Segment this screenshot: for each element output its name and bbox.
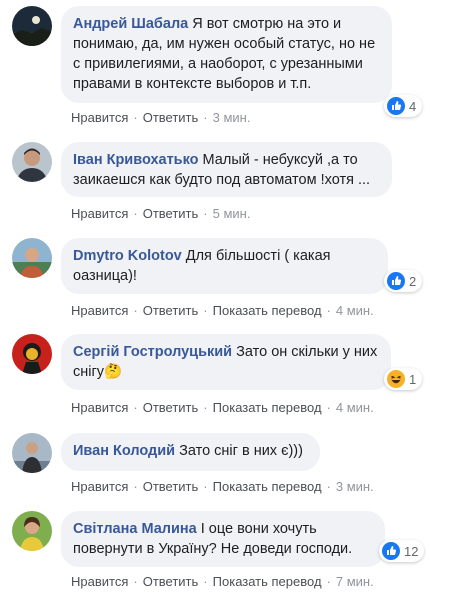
comment-bubble: Иван Колодий Зато сніг в них є))) [61,433,320,471]
reaction-count: 12 [404,543,419,559]
separator: · [133,574,138,589]
separator: · [326,479,331,494]
like-link[interactable]: Нравится [71,303,128,318]
reaction-badge[interactable]: 2 [384,270,423,292]
show-translation-link[interactable]: Показать перевод [213,479,322,494]
comment-actions: Нравится · Ответить · Показать перевод · 4 мин… [71,303,374,318]
separator: · [133,400,138,415]
timestamp[interactable]: 5 мин. [213,206,251,221]
reaction-badge[interactable]: 1 [384,368,423,390]
show-translation-link[interactable]: Показать перевод [213,400,322,415]
reply-link[interactable]: Ответить [143,110,199,125]
timestamp[interactable]: 7 мин. [336,574,374,589]
reaction-badge[interactable]: 12 [379,540,425,562]
comment-actions: Нравится · Ответить · 5 мин. [71,206,250,221]
separator: · [203,400,208,415]
reaction-count: 1 [409,371,417,387]
like-icon [382,542,400,560]
comment-author[interactable]: Иван Колодий [73,443,175,459]
separator: · [133,303,138,318]
comment-bubble: Світлана Малина І оце вони хочуть поверн… [61,511,385,567]
separator: · [203,574,208,589]
comment-author[interactable]: Сергій Гостролуцький [73,344,232,360]
avatar[interactable] [12,238,52,278]
separator: · [326,574,331,589]
comment-actions: Нравится · Ответить · Показать перевод · 7 мин… [71,574,374,589]
separator: · [133,479,138,494]
separator: · [203,479,208,494]
haha-icon [387,370,405,388]
comment-actions: Нравится · Ответить · Показать перевод · 4 мин… [71,400,374,415]
comment-text: Зато сніг в них є))) [179,443,303,459]
avatar[interactable] [12,6,52,46]
timestamp[interactable]: 4 мин. [336,400,374,415]
timestamp[interactable]: 3 мин. [213,110,251,125]
avatar[interactable] [12,334,52,374]
like-link[interactable]: Нравится [71,479,128,494]
reply-link[interactable]: Ответить [143,400,199,415]
show-translation-link[interactable]: Показать перевод [213,303,322,318]
comment-actions: Нравится · Ответить · 3 мин. [71,110,250,125]
separator: · [133,110,138,125]
avatar[interactable] [12,511,52,551]
reply-link[interactable]: Ответить [143,574,199,589]
comment-bubble: Сергій Гостролуцький Зато он скільки у н… [61,334,391,390]
like-icon [387,97,405,115]
reply-link[interactable]: Ответить [143,303,199,318]
comment-bubble: Андрей Шабала Я вот смотрю на это и пони… [61,6,392,103]
comment-author[interactable]: Світлана Малина [73,521,197,537]
reaction-badge[interactable]: 4 [384,95,423,117]
reaction-count: 4 [409,98,417,114]
reply-link[interactable]: Ответить [143,479,199,494]
avatar[interactable] [12,433,52,473]
reply-link[interactable]: Ответить [143,206,199,221]
like-link[interactable]: Нравится [71,110,128,125]
separator: · [326,400,331,415]
comment-actions: Нравится · Ответить · Показать перевод · 3 мин… [71,479,374,494]
avatar[interactable] [12,142,52,182]
show-translation-link[interactable]: Показать перевод [213,574,322,589]
separator: · [326,303,331,318]
comment-author[interactable]: Іван Кривохатько [73,152,199,168]
separator: · [133,206,138,221]
comment-author[interactable]: Dmytro Kolotov [73,248,182,264]
reaction-count: 2 [409,273,417,289]
separator: · [203,303,208,318]
like-link[interactable]: Нравится [71,206,128,221]
separator: · [203,110,208,125]
timestamp[interactable]: 3 мин. [336,479,374,494]
comment-bubble: Dmytro Kolotov Для більшості ( какая оаз… [61,238,388,294]
timestamp[interactable]: 4 мин. [336,303,374,318]
comment-bubble: Іван Кривохатько Малый - небуксуй ,а то … [61,142,392,197]
separator: · [203,206,208,221]
like-link[interactable]: Нравится [71,574,128,589]
like-icon [387,272,405,290]
comment-author[interactable]: Андрей Шабала [73,16,188,32]
like-link[interactable]: Нравится [71,400,128,415]
